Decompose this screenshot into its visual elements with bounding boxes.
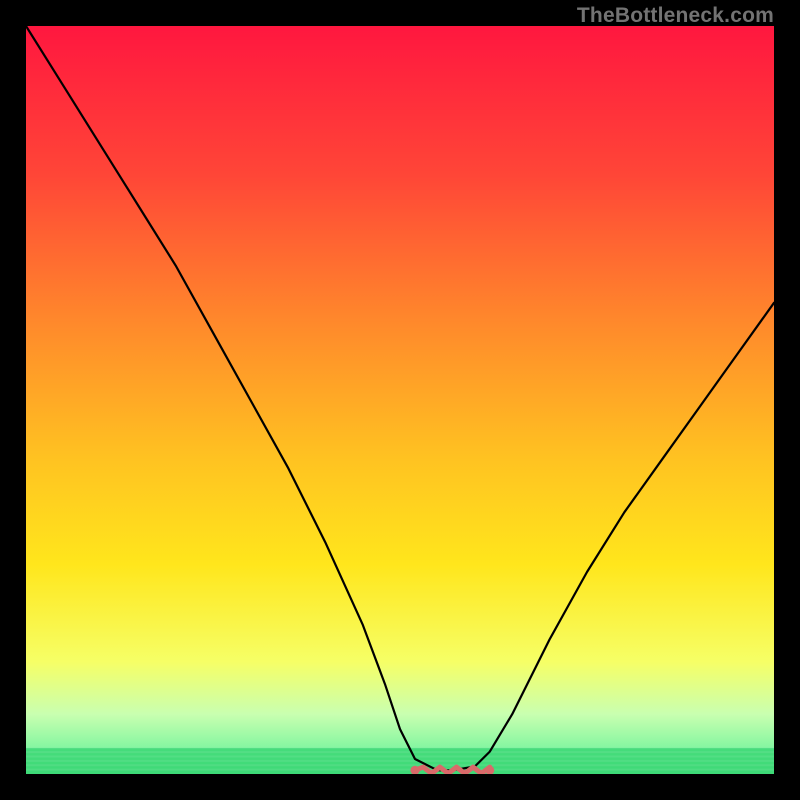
watermark: TheBottleneck.com [577,4,774,28]
bottleneck-chart [26,26,774,774]
gradient-background [26,26,774,774]
chart-container: TheBottleneck.com [0,0,800,800]
plot-area [26,26,774,774]
